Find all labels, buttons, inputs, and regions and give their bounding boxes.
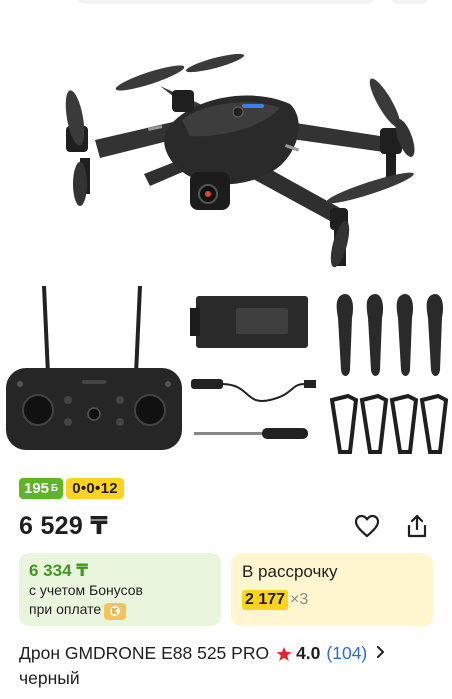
top-tab-pill[interactable] [76, 0, 376, 4]
share-icon[interactable] [403, 512, 431, 540]
installment-row: 2 177 ×3 [242, 590, 422, 610]
installment-multiplier: ×3 [290, 591, 309, 608]
product-price: 6 529 ₸ [19, 512, 109, 540]
remote-controller [6, 285, 182, 450]
screwdriver [194, 428, 308, 439]
drone-illustration [65, 53, 415, 268]
bonus-price-card[interactable]: 6 334 ₸ с учетом Бонусов при оплате [19, 553, 221, 626]
spare-propellers [336, 294, 444, 376]
promo-badges: 195 Б 0•0•12 [19, 478, 124, 499]
product-title-line: Дрон GMDRONE E88 525 PRO 4.0 (104) [19, 641, 438, 666]
battery [190, 296, 308, 348]
bonus-badge[interactable]: 195 Б [19, 478, 64, 499]
product-title-block[interactable]: Дрон GMDRONE E88 525 PRO 4.0 (104) черны… [19, 641, 438, 691]
bonus-badge-currency: Б [51, 483, 59, 494]
product-title: Дрон GMDRONE E88 525 PRO [19, 643, 270, 663]
review-count[interactable]: (104) [326, 641, 367, 666]
usb-cable [191, 379, 316, 403]
installment-badge[interactable]: 0•0•12 [66, 478, 124, 499]
installment-amount: 2 177 [242, 590, 289, 610]
propeller-guards [329, 393, 449, 454]
installment-card[interactable]: В рассрочку 2 177 ×3 [231, 553, 433, 626]
installment-title: В рассрочку [242, 562, 338, 581]
kaspi-coin-icon [104, 602, 127, 620]
heart-icon[interactable] [353, 512, 381, 540]
bonus-line-2: при оплате [29, 601, 102, 617]
rating-score: 4.0 [296, 643, 321, 663]
bonus-line-1: с учетом Бонусов [29, 582, 143, 598]
price-row: 6 529 ₸ [19, 510, 436, 542]
star-icon [276, 646, 292, 661]
bonus-price: 6 334 ₸ [29, 561, 89, 580]
bonus-line-2-wrap: при оплате [29, 600, 211, 620]
chevron-right-icon[interactable] [376, 641, 386, 666]
bonus-badge-value: 195 [24, 480, 50, 497]
rating[interactable]: 4.0 (104) [276, 641, 386, 666]
product-title-line-2: черный [19, 668, 80, 688]
product-image[interactable] [0, 8, 452, 468]
top-tab-pill[interactable] [390, 0, 430, 4]
